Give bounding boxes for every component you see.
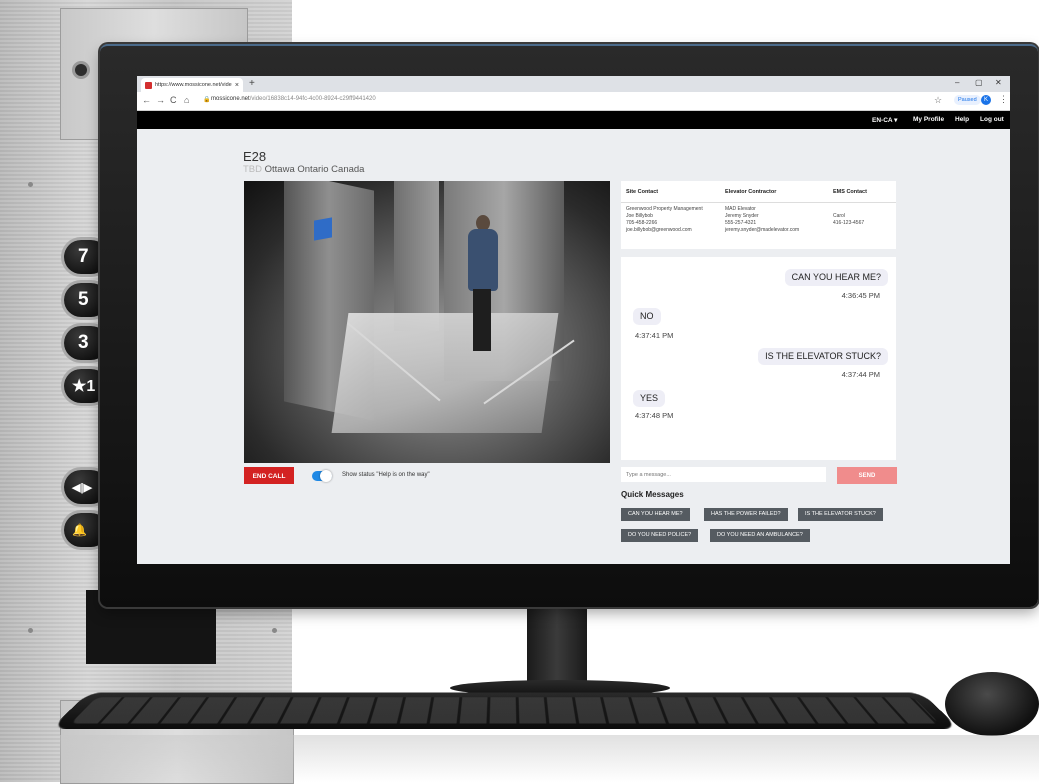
- contacts-divider: [621, 202, 896, 203]
- ems-contact-heading: EMS Contact: [833, 189, 867, 195]
- profile-avatar[interactable]: K: [981, 95, 991, 105]
- site-favicon-icon: [145, 81, 152, 89]
- site-contact-line: joe.billybob@greenwood.com: [626, 227, 692, 233]
- lock-icon: 🔒: [203, 97, 211, 103]
- chat-timestamp: 4:36:45 PM: [841, 291, 880, 300]
- car-location: TBD Ottawa Ontario Canada: [243, 164, 364, 175]
- message-input[interactable]: [621, 467, 826, 482]
- url-path: /video/16838c14-94fc-4c00-8924-c29ff9441…: [249, 96, 376, 102]
- home-icon[interactable]: ⌂: [184, 95, 189, 106]
- chat-timestamp: 4:37:48 PM: [635, 411, 674, 420]
- browser-tab-bar: https://www.mossicone.net/vide × + – ▢ ✕: [137, 76, 1010, 92]
- passenger-body: [468, 229, 498, 291]
- chat-bubble-outgoing: CAN YOU HEAR ME?: [784, 269, 888, 286]
- screw: [28, 628, 33, 633]
- quick-message-button[interactable]: HAS THE POWER FAILED?: [704, 508, 788, 521]
- camera-icon: [75, 64, 87, 76]
- video-passenger: [464, 215, 500, 355]
- elevator-contractor-heading: Elevator Contractor: [725, 189, 777, 195]
- paused-badge[interactable]: Paused: [954, 95, 981, 105]
- app-header: EN-CA ▾ My Profile Help Log out: [137, 111, 1010, 129]
- browser-tab[interactable]: https://www.mossicone.net/vide ×: [141, 78, 243, 92]
- car-id: E28: [243, 149, 267, 164]
- car-tbd: TBD: [243, 164, 262, 175]
- elevator-contact-line: MAD Elevator: [725, 206, 756, 212]
- quick-message-button[interactable]: DO YOU NEED AN AMBULANCE?: [710, 529, 810, 542]
- site-contact-line: Greenwood Property Management: [626, 206, 703, 212]
- forward-icon[interactable]: →: [156, 95, 165, 106]
- desk-reflection: [60, 735, 1039, 782]
- send-button[interactable]: SEND: [837, 467, 897, 484]
- screw: [28, 182, 33, 187]
- back-icon[interactable]: ←: [142, 95, 151, 106]
- video-car-display: [314, 217, 332, 241]
- language-selector[interactable]: EN-CA ▾: [872, 116, 897, 124]
- chat-bubble-incoming: YES: [633, 390, 666, 407]
- site-contact-line: 705-458-2266: [626, 220, 658, 226]
- quick-messages-title: Quick Messages: [621, 490, 684, 499]
- help-link[interactable]: Help: [955, 116, 969, 123]
- screen: https://www.mossicone.net/vide × + – ▢ ✕…: [137, 76, 1010, 564]
- elevator-contact-line: 555-257-4321: [725, 220, 757, 226]
- url-host: mossicone.net: [211, 96, 250, 102]
- chat-timestamp: 4:37:41 PM: [635, 331, 674, 340]
- status-toggle-label: Show status "Help is on the way": [342, 472, 430, 478]
- quick-message-button[interactable]: DO YOU NEED POLICE?: [621, 529, 699, 542]
- reload-icon[interactable]: C: [170, 95, 177, 106]
- tab-close-icon[interactable]: ×: [235, 82, 239, 89]
- chat-timestamp: 4:37:44 PM: [841, 370, 880, 379]
- quick-message-button[interactable]: CAN YOU HEAR ME?: [621, 508, 690, 521]
- new-tab-button[interactable]: +: [249, 78, 255, 90]
- contacts-table: Site Contact Elevator Contractor EMS Con…: [621, 181, 896, 249]
- end-call-button[interactable]: END CALL: [244, 467, 294, 484]
- browser-menu-icon[interactable]: ⋮: [999, 94, 1008, 105]
- url-field[interactable]: mossicone.net/video/16838c14-94fc-4c00-8…: [211, 96, 376, 102]
- close-window-button[interactable]: ✕: [995, 78, 1002, 87]
- quick-message-button[interactable]: IS THE ELEVATOR STUCK?: [798, 508, 883, 521]
- minimize-button[interactable]: –: [955, 78, 959, 87]
- ems-contact-line: 416-123-4567: [833, 220, 865, 226]
- elevator-contact-line: Jeremy Snyder: [725, 213, 759, 219]
- video-feed[interactable]: [244, 181, 610, 463]
- site-contact-line: Joe Billybob: [626, 213, 653, 219]
- ems-contact-line: Carol: [833, 213, 845, 219]
- status-toggle[interactable]: [312, 470, 332, 482]
- elevator-contact-line: jeremy.snyder@madelevator.com: [725, 227, 800, 233]
- address-bar: ← → C ⌂ 🔒 mossicone.net/video/16838c14-9…: [137, 92, 1010, 111]
- toggle-knob: [320, 470, 332, 482]
- chat-panel: CAN YOU HEAR ME? 4:36:45 PM NO 4:37:41 P…: [621, 257, 896, 460]
- screw: [272, 628, 277, 633]
- logout-link[interactable]: Log out: [980, 116, 1004, 123]
- mouse: [945, 672, 1039, 736]
- chat-bubble-outgoing: IS THE ELEVATOR STUCK?: [758, 348, 888, 365]
- monitor-stand: [527, 605, 587, 687]
- keyboard: [50, 692, 960, 729]
- video-door: [394, 181, 439, 331]
- car-location-text: Ottawa Ontario Canada: [264, 164, 365, 175]
- chat-bubble-incoming: NO: [633, 308, 661, 325]
- my-profile-link[interactable]: My Profile: [913, 116, 944, 123]
- keyboard-keys: [70, 697, 940, 724]
- maximize-button[interactable]: ▢: [975, 78, 983, 87]
- site-contact-heading: Site Contact: [626, 189, 659, 195]
- tab-title: https://www.mossicone.net/vide: [155, 82, 232, 88]
- passenger-legs: [473, 289, 491, 351]
- bookmark-star-icon[interactable]: ☆: [934, 95, 942, 106]
